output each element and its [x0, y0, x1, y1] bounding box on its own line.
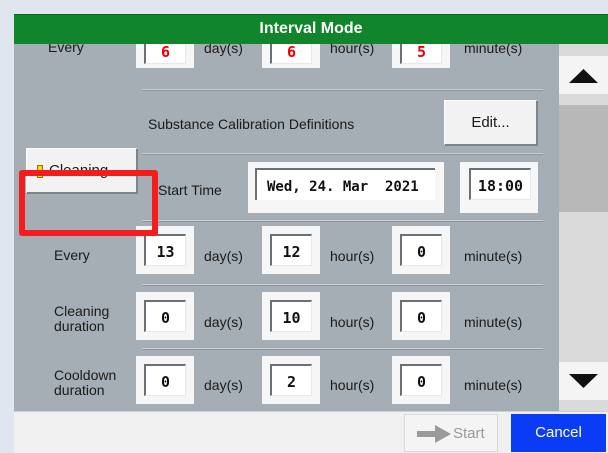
- duration-days-unit: day(s): [204, 314, 243, 330]
- cooldown-days-unit: day(s): [204, 377, 243, 393]
- separator: [142, 220, 543, 222]
- top-every-label: Every: [48, 44, 84, 55]
- scroll-up-button[interactable]: [559, 56, 608, 94]
- cooldown-hours-field[interactable]: 2: [270, 364, 312, 396]
- settings-panel: Every 6 day(s) 6 hour(s) 5 minute(s) Sub…: [14, 44, 559, 411]
- start-time-label: Start Time: [158, 182, 222, 198]
- arrow-right-icon: [417, 425, 451, 443]
- separator: [142, 284, 543, 286]
- duration-days-field[interactable]: 0: [144, 300, 186, 332]
- cooldown-minutes-field[interactable]: 0: [400, 364, 442, 396]
- every-label: Every: [54, 247, 90, 263]
- interval-mode-dialog: Interval Mode Every 6 day(s) 6 hour(s) 5…: [14, 14, 608, 453]
- calibration-label: Substance Calibration Definitions: [148, 116, 355, 132]
- start-button-label: Start: [453, 425, 485, 442]
- top-minutes-unit: minute(s): [464, 44, 523, 56]
- separator: [142, 348, 543, 350]
- start-button[interactable]: Start: [404, 414, 498, 452]
- separator: [142, 153, 543, 155]
- duration-minutes-unit: minute(s): [464, 314, 523, 330]
- scrollbar[interactable]: [559, 44, 608, 411]
- dialog-footer: Start Cancel: [14, 411, 608, 453]
- edit-calibration-button[interactable]: Edit...: [444, 100, 538, 146]
- duration-hours-field[interactable]: 10: [270, 300, 312, 332]
- dialog-title: Interval Mode: [259, 20, 363, 37]
- top-minutes-field[interactable]: 5: [400, 44, 442, 64]
- duration-minutes-field[interactable]: 0: [400, 300, 442, 332]
- every-days-unit: day(s): [204, 248, 243, 264]
- cleaning-highlight-box: [19, 170, 158, 236]
- top-days-unit: day(s): [204, 44, 243, 56]
- top-hours-field[interactable]: 6: [270, 44, 312, 64]
- top-days-field[interactable]: 6: [144, 44, 186, 64]
- every-hours-field[interactable]: 12: [270, 234, 312, 266]
- triangle-up-icon: [569, 69, 598, 83]
- cooldown-minutes-unit: minute(s): [464, 377, 523, 393]
- separator: [142, 89, 543, 91]
- every-minutes-unit: minute(s): [464, 248, 523, 264]
- triangle-down-icon: [569, 374, 598, 388]
- start-time-field[interactable]: 18:00: [469, 168, 531, 200]
- start-date-field[interactable]: Wed, 24. Mar 2021: [255, 168, 435, 200]
- every-hours-unit: hour(s): [330, 248, 375, 264]
- title-bar: Interval Mode: [14, 14, 608, 44]
- every-minutes-field[interactable]: 0: [400, 234, 442, 266]
- cancel-button[interactable]: Cancel: [511, 414, 606, 452]
- cooldown-duration-label: Cooldown duration: [54, 367, 117, 398]
- cooldown-days-field[interactable]: 0: [144, 364, 186, 396]
- cooldown-hours-unit: hour(s): [330, 377, 375, 393]
- cleaning-duration-label: Cleaning duration: [54, 303, 110, 334]
- top-hours-unit: hour(s): [330, 44, 375, 56]
- scroll-thumb[interactable]: [559, 105, 608, 212]
- every-days-field[interactable]: 13: [144, 234, 186, 266]
- duration-hours-unit: hour(s): [330, 314, 375, 330]
- scroll-down-button[interactable]: [559, 362, 608, 400]
